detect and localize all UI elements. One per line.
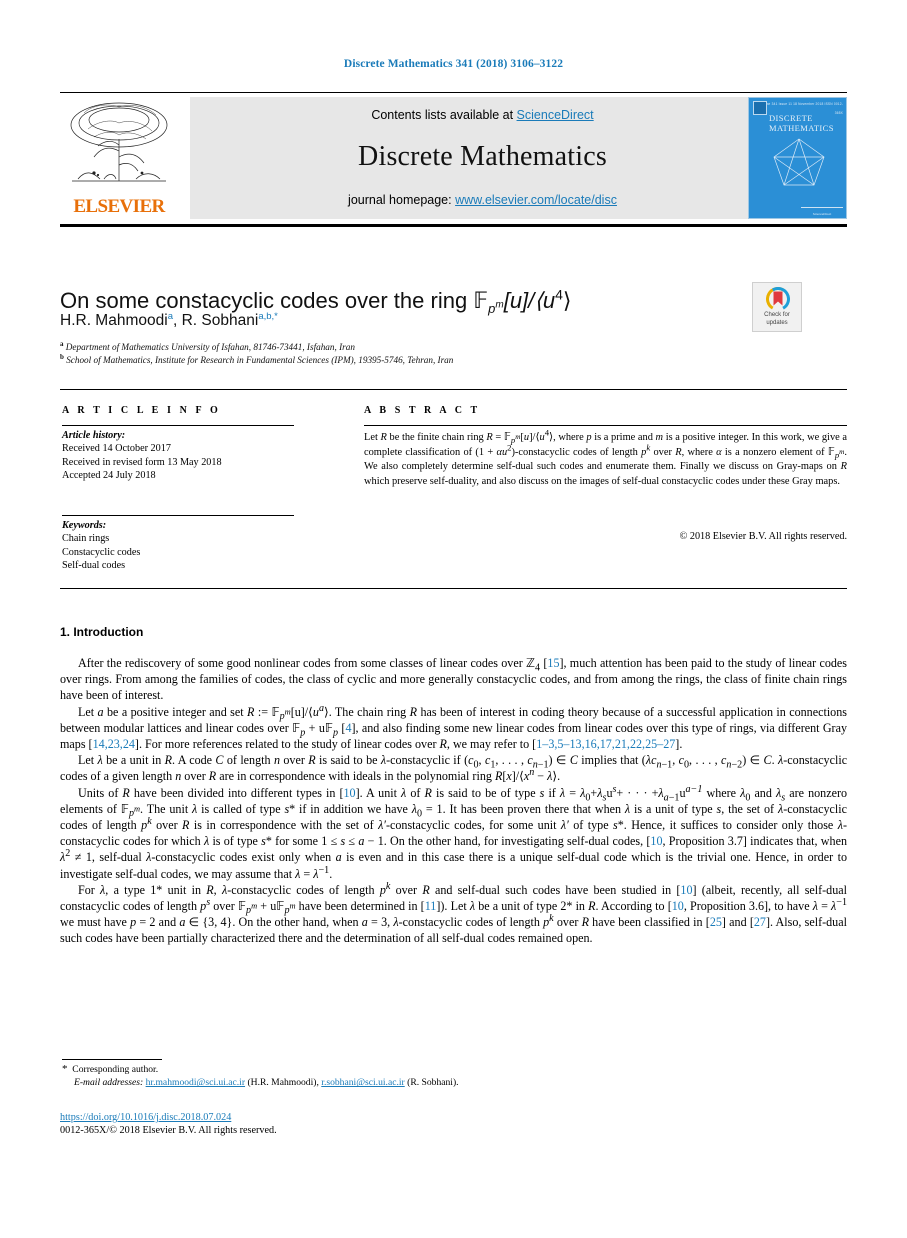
crossmark-label-line2: updates [766,319,788,326]
article-history: Article history: Received 14 October 201… [62,429,302,483]
cover-footer-text: ScienceDirect [812,212,832,216]
crossmark-badge[interactable]: Check for updates [752,282,802,332]
corresponding-author-text: Corresponding author. [72,1064,159,1075]
cover-journal-line1: DISCRETE [769,113,813,123]
contents-prefix: Contents lists available at [371,108,517,122]
history-item: Accepted 24 July 2018 [62,470,156,482]
author-1-marks: a [167,310,173,322]
journal-homepage-link[interactable]: www.elsevier.com/locate/disc [455,193,617,207]
affiliation-b: b School of Mathematics, Institute for R… [60,352,760,367]
affiliations: a Department of Mathematics University o… [60,339,760,367]
elsevier-wordmark: ELSEVIER [73,196,165,217]
author-2: R. Sobhania,b,* [182,312,278,329]
history-rule [62,425,294,426]
introduction-body: After the rediscovery of some good nonli… [60,655,847,947]
elsevier-logo: ELSEVIER [60,97,178,219]
keywords-rule [62,515,294,516]
masthead-top-rule [60,92,847,93]
footnote-rule [62,1059,162,1060]
journal-cover-thumbnail: Volume 341 Issue 11 18 November 2018 ISS… [748,97,847,219]
running-head: Discrete Mathematics 341 (2018) 3106–312… [343,58,564,70]
pentagram-icon [773,138,825,186]
abstract-rule [364,425,847,426]
corresponding-author-note: * Corresponding author. [62,1063,159,1075]
crossmark-label: Check for updates [753,312,801,327]
abstract-text: Let R be the finite chain ring R = 𝔽pm[u… [364,427,848,487]
masthead-bottom-rule [60,224,847,227]
affiliation-a: a Department of Mathematics University o… [60,339,760,354]
history-item: Received in revised form 13 May 2018 [62,456,222,468]
paragraph: Units of R have been divided into differ… [60,783,848,881]
homepage-prefix: journal homepage: [348,193,456,207]
section-heading-introduction: 1. Introduction [60,625,144,639]
title-sup-4: 4 [555,286,563,303]
author-2-name: R. Sobhani [181,312,259,329]
author-list: H.R. Mahmoodia, R. Sobhania,b,* [60,310,278,329]
cover-journal-name: DISCRETE MATHEMATICS [769,113,834,133]
article-info-heading: A R T I C L E I N F O [62,405,221,416]
homepage-line: journal homepage: www.elsevier.com/locat… [190,193,775,207]
email-label: E-mail addresses: [74,1077,144,1089]
footnote-block: * Corresponding author. E-mail addresses… [62,1063,662,1090]
title-close: ⟩ [562,287,572,313]
abstract-heading: A B S T R A C T [364,405,481,416]
issn-copyright-line: 0012-365X/© 2018 Elsevier B.V. All right… [60,1125,277,1136]
article-history-label: Article history: [62,430,126,441]
author-1: H.R. Mahmoodia [60,312,173,329]
keywords-block: Keywords: Chain rings Constacyclic codes… [62,519,302,573]
title-bracket: [u]/⟨u [503,287,556,313]
email-link-1[interactable]: hr.mahmoodi@sci.ui.ac.ir [146,1077,245,1088]
cover-journal-line2: MATHEMATICS [769,123,834,133]
affiliation-b-text: School of Mathematics, Institute for Res… [66,355,454,365]
affiliation-a-mark: a [60,339,64,348]
history-item: Received 14 October 2017 [62,443,171,455]
info-top-rule [60,389,847,390]
keywords-label: Keywords: [62,520,107,531]
paragraph: Let a be a positive integer and set R :=… [60,702,847,752]
keyword-item: Self-dual codes [62,560,126,572]
email-addresses: E-mail addresses: hr.mahmoodi@sci.ui.ac.… [74,1076,662,1089]
email-link-2[interactable]: r.sobhani@sci.ui.ac.ir [321,1077,404,1088]
journal-band: Contents lists available at ScienceDirec… [190,97,775,219]
affiliation-a-text: Department of Mathematics University of … [65,342,355,352]
title-lead: On some constacyclic codes over the ring [60,287,474,313]
title-sup-m: m [495,299,504,311]
paper-page: Discrete Mathematics 341 (2018) 3106–312… [0,0,907,1238]
journal-title: Discrete Mathematics [358,141,607,172]
paragraph: After the rediscovery of some good nonli… [60,656,847,703]
abstract-copyright: © 2018 Elsevier B.V. All rights reserved… [679,531,847,542]
author-1-name: H.R. Mahmoodi [60,312,168,329]
crossmark-icon [766,287,790,311]
elsevier-tree-icon [70,102,168,182]
cover-footer-rule [801,207,843,208]
paragraph: Let λ be a unit in R. A code C of length… [60,753,848,784]
sciencedirect-link[interactable]: ScienceDirect [517,108,594,122]
journal-masthead: ELSEVIER Contents lists available at Sci… [60,97,847,219]
cover-elsevier-mark [753,101,767,115]
email-owner-2: (R. Sobhani). [407,1077,459,1089]
keyword-item: Constacyclic codes [62,546,141,558]
affiliation-b-mark: b [60,352,64,361]
email-owner-1: (H.R. Mahmoodi), [247,1077,319,1089]
paragraph: For λ, a type 1* unit in R, λ-constacycl… [60,880,848,946]
doi-link[interactable]: https://doi.org/10.1016/j.disc.2018.07.0… [60,1112,231,1123]
author-2-marks: a,b,* [258,310,278,322]
keyword-item: Chain rings [62,533,110,545]
crossmark-label-line1: Check for [764,312,790,318]
info-bottom-rule [60,588,847,589]
contents-line: Contents lists available at ScienceDirec… [190,108,775,122]
